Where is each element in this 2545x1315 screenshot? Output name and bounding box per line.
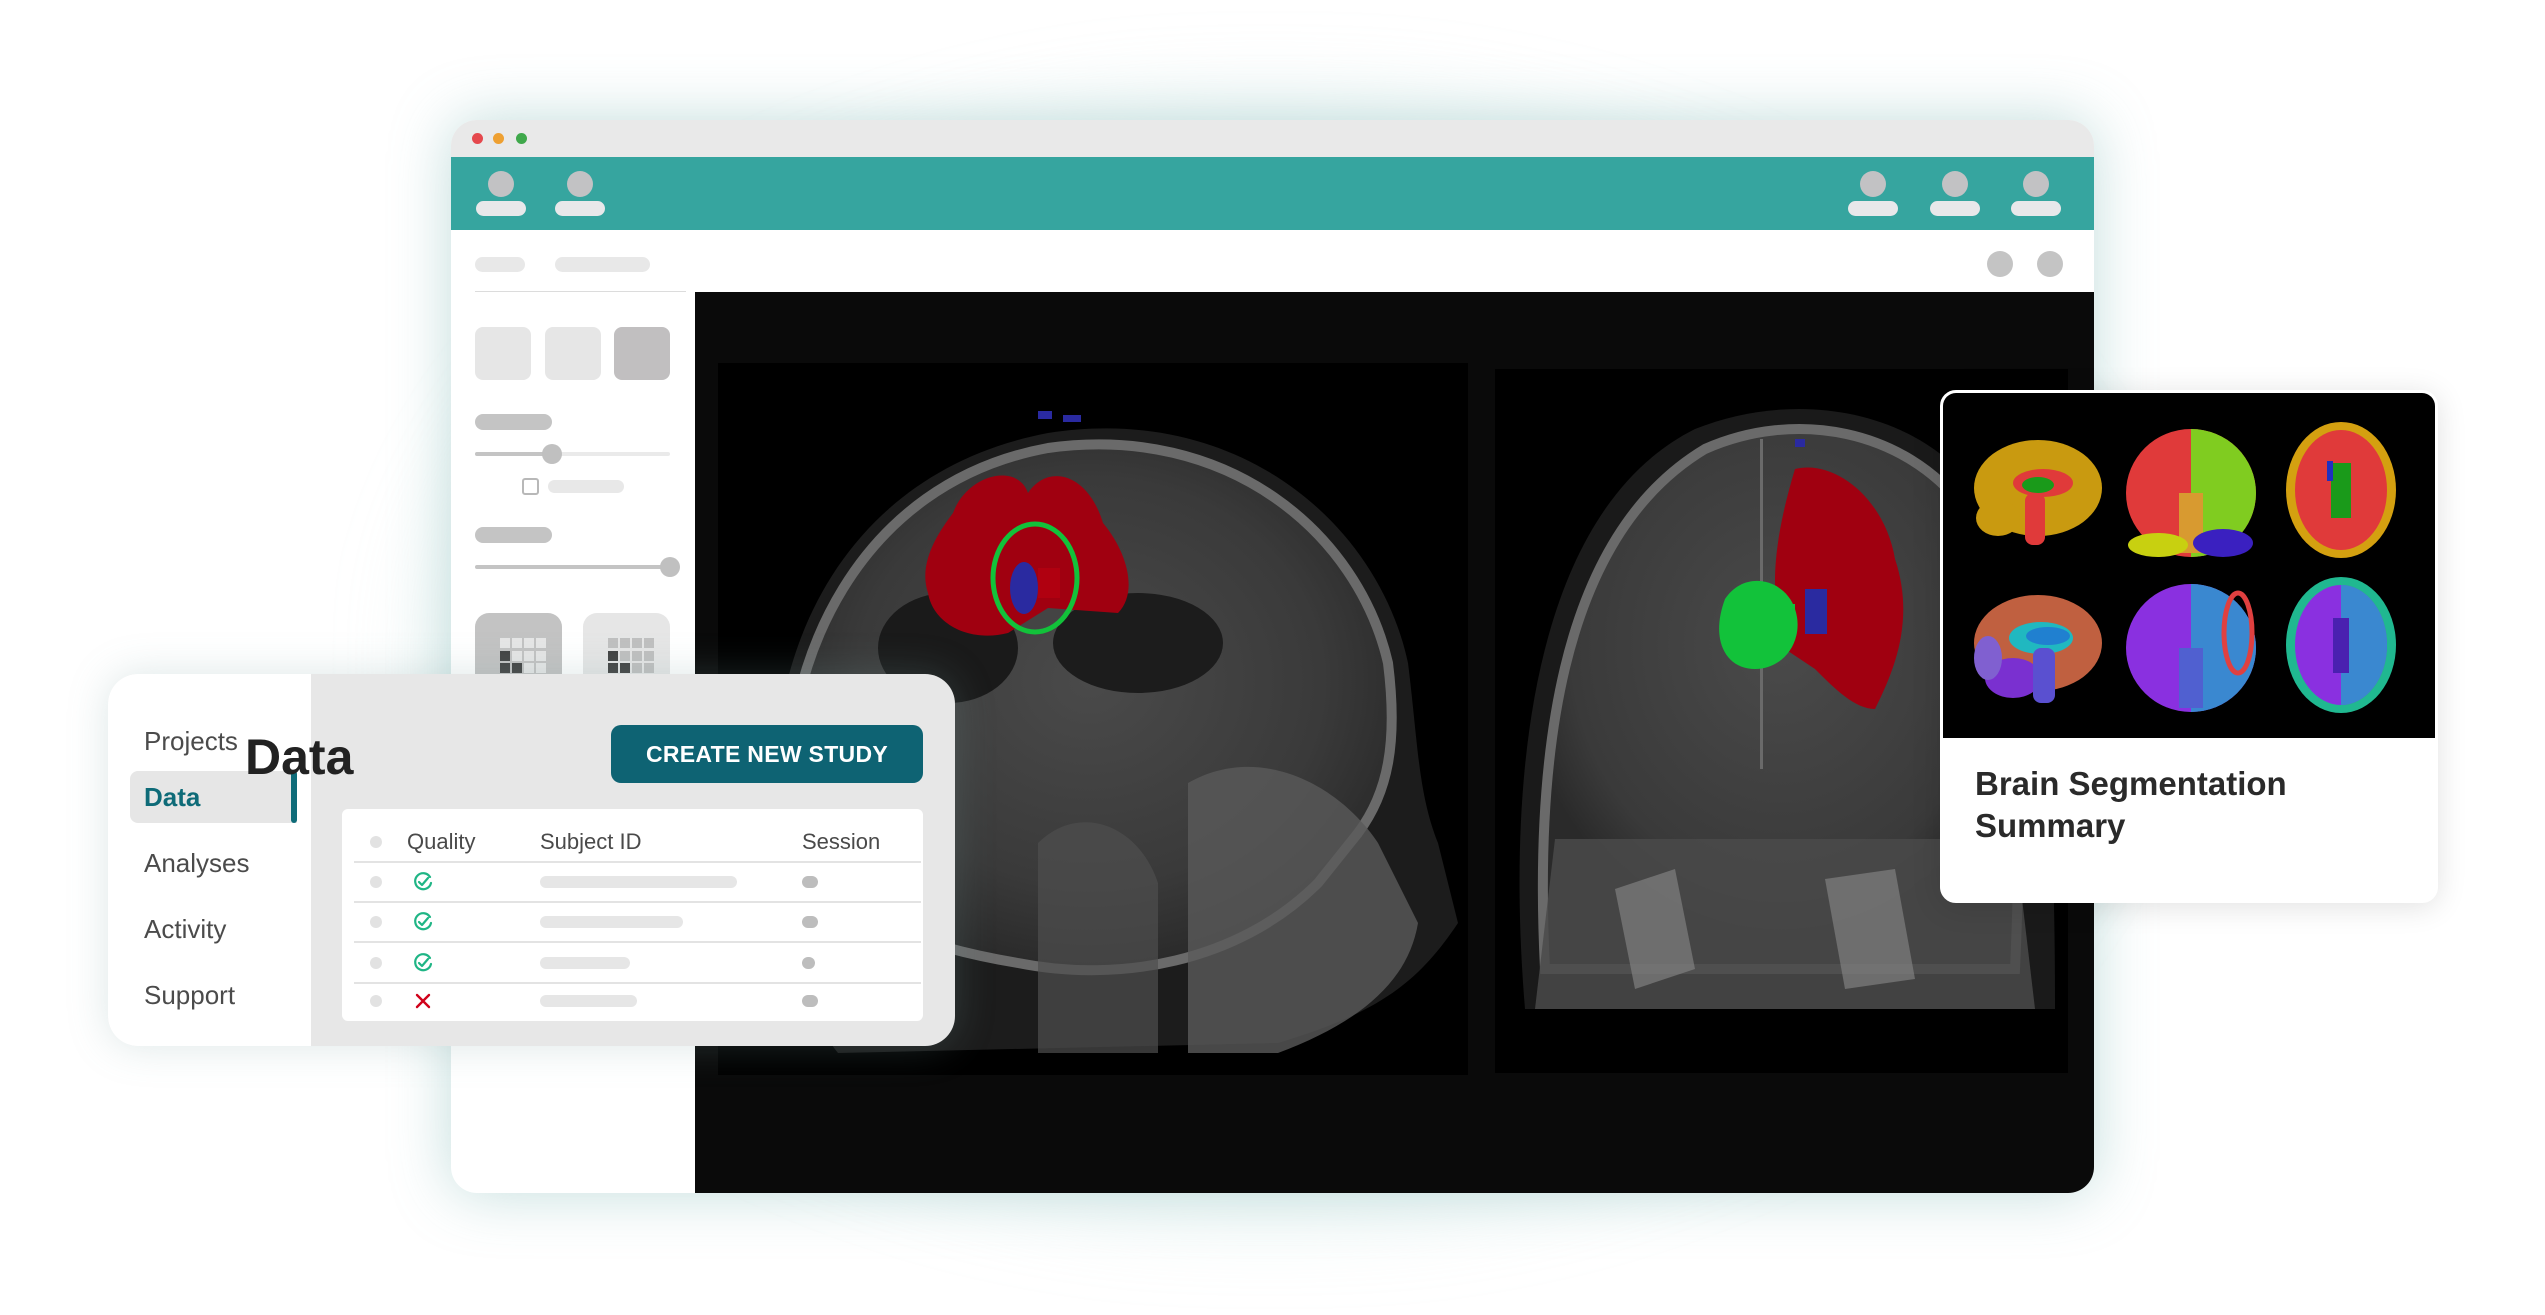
checkbox[interactable] xyxy=(522,478,539,495)
sidebar-divider xyxy=(475,291,686,292)
avatar-placeholder[interactable] xyxy=(476,171,526,217)
subject-id-placeholder xyxy=(540,876,737,888)
app-header xyxy=(451,157,2094,230)
coronal-seg-thumb-2 xyxy=(2126,584,2256,712)
slider-fill xyxy=(475,452,552,456)
nav-item-activity[interactable]: Activity xyxy=(130,903,297,955)
create-new-study-button[interactable]: CREATE NEW STUDY xyxy=(611,725,923,783)
avatar-placeholder[interactable] xyxy=(1930,171,1980,217)
breadcrumb-placeholder[interactable] xyxy=(475,257,525,272)
axial-seg-thumb xyxy=(2286,422,2396,558)
check-circle-icon xyxy=(414,912,433,931)
segmentation-image xyxy=(1974,422,2396,713)
sagittal-seg-thumb-2 xyxy=(1974,595,2102,703)
avatar-placeholder[interactable] xyxy=(1848,171,1898,217)
slider-thumb[interactable] xyxy=(660,557,680,577)
column-header-quality[interactable]: Quality xyxy=(407,829,475,855)
toolbar-circle-button[interactable] xyxy=(2037,251,2063,277)
coronal-seg-thumb xyxy=(2126,429,2256,557)
title-bar xyxy=(451,120,2094,157)
user-icon xyxy=(1942,171,1968,197)
checkbox-label-placeholder xyxy=(548,480,624,493)
session-placeholder xyxy=(802,876,818,888)
minimize-dot-icon[interactable] xyxy=(493,133,504,144)
column-header-subject-id[interactable]: Subject ID xyxy=(540,829,642,855)
x-icon xyxy=(415,993,431,1009)
user-icon xyxy=(2023,171,2049,197)
avatar-placeholder[interactable] xyxy=(555,171,605,217)
subject-id-placeholder xyxy=(540,995,637,1007)
check-circle-icon xyxy=(414,953,433,972)
subject-id-placeholder xyxy=(540,916,683,928)
tool-tile-selected[interactable] xyxy=(614,327,670,380)
brain-segmentation-summary-card[interactable]: Brain Segmentation Summary xyxy=(1940,390,2438,903)
page-title: Data xyxy=(245,729,354,785)
row-select-dot[interactable] xyxy=(370,957,382,969)
data-table: Quality Subject ID Session xyxy=(342,809,923,1021)
segmentation-thumbnails xyxy=(1943,393,2435,738)
subject-id-placeholder xyxy=(540,957,630,969)
breadcrumb-placeholder[interactable] xyxy=(555,257,650,272)
slider-label-placeholder xyxy=(475,414,552,430)
tool-tile[interactable] xyxy=(475,327,531,380)
nav-item-analyses[interactable]: Analyses xyxy=(130,837,297,889)
sagittal-seg-thumb xyxy=(1974,440,2102,545)
row-select-dot[interactable] xyxy=(370,916,382,928)
toolbar-circle-button[interactable] xyxy=(1987,251,2013,277)
user-icon xyxy=(567,171,593,197)
nav-item-support[interactable]: Support xyxy=(130,969,297,1021)
header-divider xyxy=(354,861,921,863)
user-icon xyxy=(1860,171,1886,197)
column-header-session[interactable]: Session xyxy=(802,829,880,855)
card-title: Brain Segmentation Summary xyxy=(1975,765,2287,844)
session-placeholder xyxy=(802,916,818,928)
close-dot-icon[interactable] xyxy=(472,133,483,144)
check-circle-icon xyxy=(414,872,433,891)
row-select-dot[interactable] xyxy=(370,876,382,888)
session-placeholder xyxy=(802,957,815,969)
row-select-dot[interactable] xyxy=(370,995,382,1007)
axial-seg-thumb-2 xyxy=(2286,577,2396,713)
slider-track[interactable] xyxy=(475,565,670,569)
avatar-placeholder[interactable] xyxy=(2011,171,2061,217)
select-all-dot[interactable] xyxy=(370,836,382,848)
session-placeholder xyxy=(802,995,818,1007)
tool-tile[interactable] xyxy=(545,327,601,380)
maximize-dot-icon[interactable] xyxy=(516,133,527,144)
slider-label-placeholder xyxy=(475,527,552,543)
slider-thumb[interactable] xyxy=(542,444,562,464)
row-divider xyxy=(354,941,921,943)
row-divider xyxy=(354,901,921,903)
row-divider xyxy=(354,982,921,984)
user-icon xyxy=(488,171,514,197)
